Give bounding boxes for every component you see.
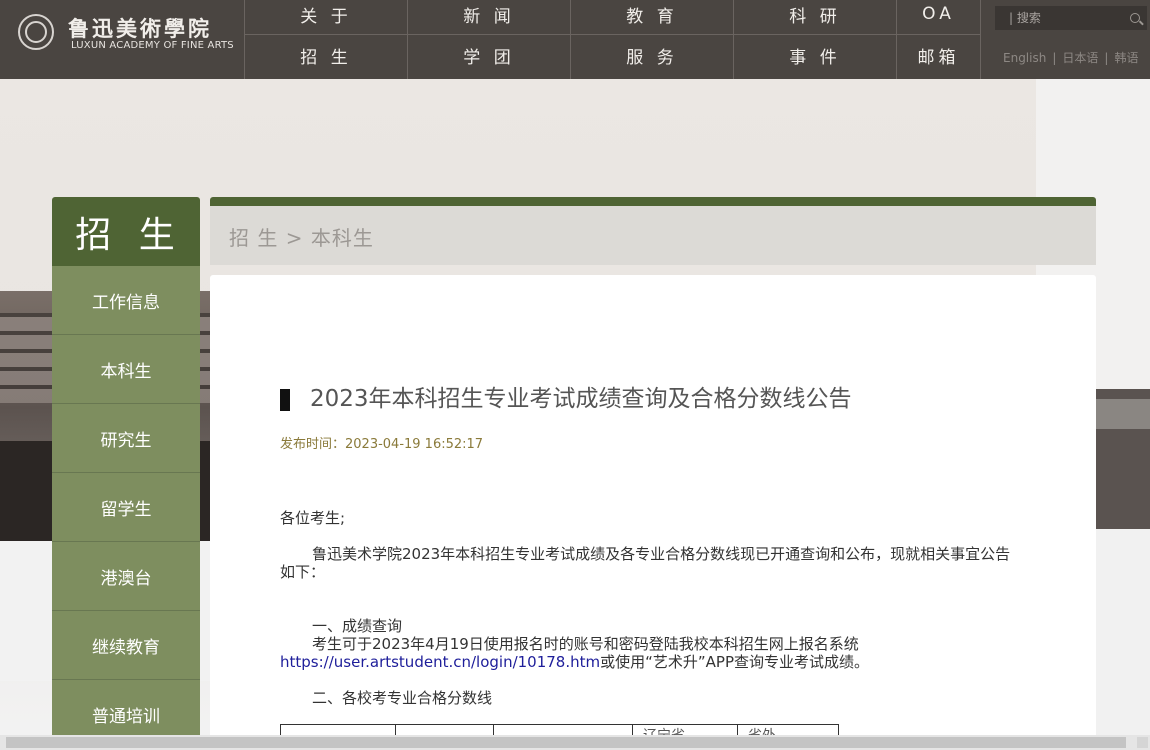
sidebar-item-international[interactable]: 留学生	[52, 473, 200, 542]
lang-korean-link[interactable]: 韩语	[1114, 51, 1138, 65]
main-nav: 关 于 新 闻 教 育 科 研 OA 招 生 学 团 服 务 事 件 邮箱	[244, 0, 981, 79]
nav-item-research[interactable]: 科 研	[734, 0, 897, 35]
sidebar-item-continuing-education[interactable]: 继续教育	[52, 611, 200, 680]
sidebar-title: 招 生	[52, 197, 200, 266]
nav-item-education[interactable]: 教 育	[571, 0, 734, 35]
nav-item-mailbox[interactable]: 邮箱	[897, 35, 981, 79]
publish-time: 发布时间：2023-04-19 16:52:17	[280, 437, 484, 452]
section2-heading: 二、各校考专业合格分数线	[312, 689, 493, 707]
sidebar-item-work-info[interactable]: 工作信息	[52, 266, 200, 335]
background-building-right	[1096, 389, 1150, 539]
academy-seal-icon	[18, 14, 54, 50]
section1-heading: 一、成绩查询	[312, 617, 403, 635]
nav-item-services[interactable]: 服 务	[571, 35, 734, 79]
article-intro: 鲁迅美术学院2023年本科招生专业考试成绩及各专业合格分数线现已开通查询和公布，…	[280, 545, 1011, 581]
logo-chinese-name: 鲁迅美術學院	[68, 16, 212, 41]
search-icon	[1130, 13, 1140, 23]
search-box	[995, 6, 1123, 30]
search-button[interactable]	[1123, 6, 1147, 30]
lang-english-link[interactable]: English	[1003, 51, 1046, 65]
sidebar-item-graduate[interactable]: 研究生	[52, 404, 200, 473]
nav-item-student-groups[interactable]: 学 团	[408, 35, 571, 79]
nav-item-events[interactable]: 事 件	[734, 35, 897, 79]
horizontal-scrollbar[interactable]	[0, 735, 1150, 750]
nav-item-news[interactable]: 新 闻	[408, 0, 571, 35]
search-input[interactable]	[995, 6, 1123, 30]
site-logo[interactable]: 鲁迅美術學院 LUXUN ACADEMY OF FINE ARTS	[18, 14, 238, 54]
breadcrumb[interactable]: 招 生 > 本科生	[229, 222, 374, 251]
nav-item-admissions[interactable]: 招 生	[245, 35, 408, 79]
sidebar-menu: 招 生 工作信息 本科生 研究生 留学生 港澳台 继续教育 普通培训	[52, 197, 200, 749]
article-greeting: 各位考生;	[280, 509, 346, 527]
lang-japanese-link[interactable]: 日本语	[1062, 51, 1098, 65]
breadcrumb-bar: 招 生 > 本科生	[210, 197, 1096, 265]
logo-english-name: LUXUN ACADEMY OF FINE ARTS	[71, 40, 234, 51]
language-switcher: English | 日本语 | 韩语	[1003, 51, 1139, 65]
scrollbar-thumb[interactable]	[6, 737, 1126, 748]
article-card: 2023年本科招生专业考试成绩查询及合格分数线公告 发布时间：2023-04-1…	[210, 275, 1096, 750]
nav-item-about[interactable]: 关 于	[245, 0, 408, 35]
top-navigation-bar: 鲁迅美術學院 LUXUN ACADEMY OF FINE ARTS 关 于 新 …	[0, 0, 1150, 79]
background-snow-ground	[1096, 529, 1150, 750]
sidebar-item-hk-macao-taiwan[interactable]: 港澳台	[52, 542, 200, 611]
section1-text: 考生可于2023年4月19日使用报名时的账号和密码登陆我校本科招生网上报名系统h…	[280, 635, 870, 671]
nav-item-oa[interactable]: OA	[897, 0, 981, 35]
article-title: 2023年本科招生专业考试成绩查询及合格分数线公告	[310, 386, 852, 412]
title-marker	[280, 389, 290, 411]
registration-system-link[interactable]: https://user.artstudent.cn/login/10178.h…	[280, 653, 600, 671]
scroll-right-arrow-icon[interactable]	[1137, 737, 1148, 748]
sidebar-item-undergraduate[interactable]: 本科生	[52, 335, 200, 404]
